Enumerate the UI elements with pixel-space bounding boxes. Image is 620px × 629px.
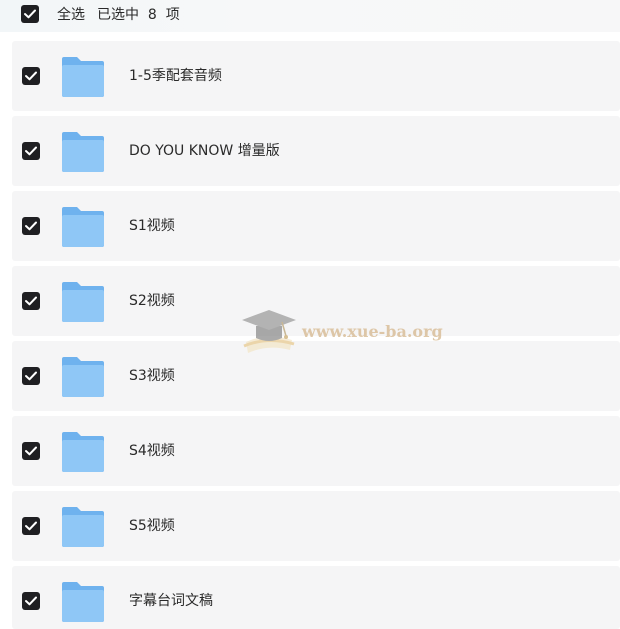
folder-icon [62,432,104,472]
check-icon [25,521,37,531]
folder-name[interactable]: DO YOU KNOW 增量版 [129,141,280,161]
watermark: www.xue-ba.org [238,306,448,362]
folder-row[interactable]: DO YOU KNOW 增量版 [12,116,620,186]
folder-icon [62,132,104,172]
row-checkbox[interactable] [22,517,40,535]
row-checkbox[interactable] [22,367,40,385]
folder-icon [62,282,104,322]
folder-name[interactable]: S5视频 [129,516,175,536]
check-icon [25,446,37,456]
folder-row[interactable]: S5视频 [12,491,620,561]
check-icon [25,296,37,306]
folder-icon [62,207,104,247]
row-checkbox[interactable] [22,592,40,610]
file-selection-panel: 全选 已选中 8 项 1-5季配套音频 DO YOU KNOW 增量版 S1视频… [0,0,620,629]
row-checkbox[interactable] [22,292,40,310]
folder-icon [62,357,104,397]
folder-icon [62,57,104,97]
folder-row[interactable]: S1视频 [12,191,620,261]
folder-icon [62,582,104,622]
check-icon [25,146,37,156]
watermark-text: www.xue-ba.org [302,322,443,341]
folder-name[interactable]: 1-5季配套音频 [129,66,222,86]
check-icon [25,596,37,606]
folder-row[interactable]: 1-5季配套音频 [12,41,620,111]
folder-name[interactable]: S2视频 [129,291,175,311]
check-icon [25,371,37,381]
folder-row[interactable]: S4视频 [12,416,620,486]
row-checkbox[interactable] [22,442,40,460]
folder-name[interactable]: S4视频 [129,441,175,461]
row-checkbox[interactable] [22,67,40,85]
folder-row[interactable]: 字幕台词文稿 [12,566,620,629]
folder-name[interactable]: 字幕台词文稿 [129,591,213,611]
row-checkbox[interactable] [22,142,40,160]
check-icon [25,221,37,231]
folder-icon [62,507,104,547]
folder-name[interactable]: S1视频 [129,216,175,236]
folder-name[interactable]: S3视频 [129,366,175,386]
graduation-cap-icon [242,310,296,353]
check-icon [25,71,37,81]
row-checkbox[interactable] [22,217,40,235]
